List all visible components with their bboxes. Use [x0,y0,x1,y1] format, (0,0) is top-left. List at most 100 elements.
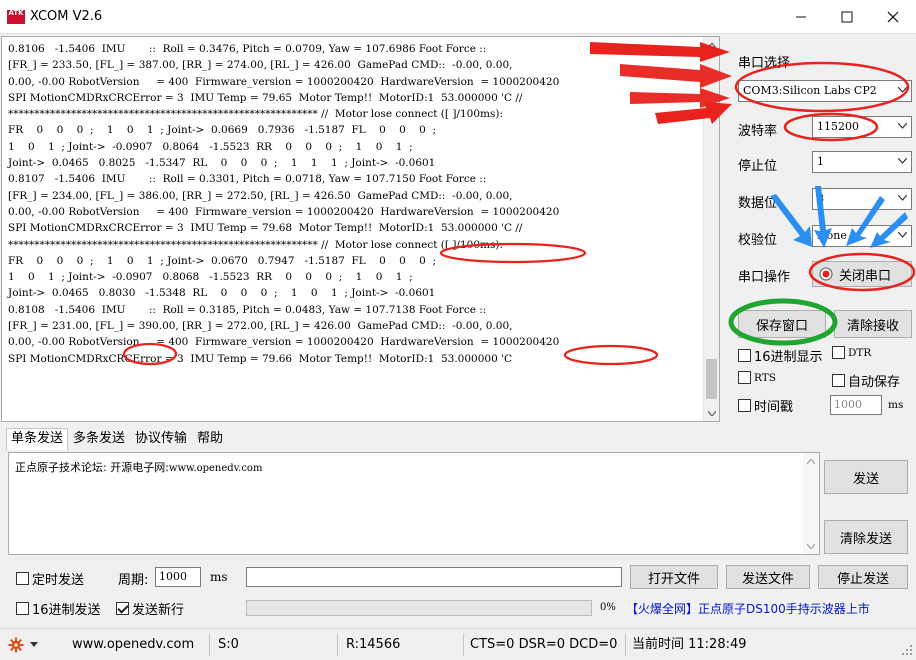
tab-multi-send[interactable]: 多条发送 [68,428,130,450]
scroll-up-icon[interactable] [704,37,719,53]
scrollbar-thumb[interactable] [706,359,717,399]
data-bits-select[interactable]: 8 [812,188,912,210]
checkbox-box[interactable] [16,602,29,615]
send-tabs: 单条发送 多条发送 协议传输 帮助 [6,428,228,450]
status-url[interactable]: www.openedv.com [72,629,194,660]
receive-line: ****************************************… [8,108,503,121]
stop-bits-value: 1 [817,155,824,168]
timestamp-interval-input[interactable]: 1000 [830,395,882,415]
chevron-down-icon [898,195,907,201]
checkbox-box[interactable] [738,371,751,384]
checkbox-box[interactable] [16,572,29,585]
period-label: 周期: [118,573,149,588]
clear-send-button[interactable]: 清除发送 [824,520,908,554]
checkbox-box[interactable] [738,399,751,412]
hex-send-checkbox[interactable]: 16进制发送 [16,599,101,618]
stop-bits-select[interactable]: 1 [812,151,912,173]
maximize-button[interactable] [824,0,870,34]
receive-line: 0.8107 -1.5406 IMU :: Roll = 0.3301, Pit… [8,173,487,186]
hex-display-checkbox[interactable]: 16进制显示 [738,346,823,365]
window-title: XCOM V2.6 [30,9,103,24]
close-icon [887,11,899,23]
checkbox-box[interactable] [116,602,129,615]
receive-line: [FR_] = 233.50, [FL_] = 387.00, [RR_] = … [8,59,513,72]
app-logo-icon: ATK [7,10,25,24]
send-button[interactable]: 发送 [824,460,908,494]
close-button[interactable] [870,0,916,34]
receive-text: 0.8106 -1.5406 IMU :: Roll = 0.3476, Pit… [8,41,701,367]
send-text-url: www.openedv.com [168,463,263,474]
clear-receive-button[interactable]: 清除接收 [834,310,912,338]
send-textarea[interactable]: 正点原子技术论坛: 开源电子网:www.openedv.com [8,452,820,555]
tab-help[interactable]: 帮助 [192,428,228,450]
receive-scrollbar[interactable] [703,37,719,421]
status-divider [625,633,626,656]
tab-protocol[interactable]: 协议传输 [130,428,192,450]
stop-send-button[interactable]: 停止发送 [818,565,908,589]
rts-checkbox[interactable]: RTS [738,371,776,384]
gear-icon [8,637,24,652]
receive-line: 0.8108 -1.5406 IMU :: Roll = 0.3185, Pit… [8,303,487,316]
maximize-icon [841,11,853,23]
chevron-down-icon [898,232,907,238]
receive-line: Joint-> 0.0465 0.8025 -1.5347 RL 0 0 0 ;… [8,157,436,170]
data-bits-value: 8 [817,192,824,205]
receive-textarea[interactable]: 0.8106 -1.5406 IMU :: Roll = 0.3476, Pit… [1,36,720,422]
receive-line: [FR_] = 231.00, [FL_] = 390.00, [RR_] = … [8,320,513,333]
timestamp-label: 时间戳 [754,400,794,415]
period-unit: ms [210,570,228,584]
minimize-button[interactable] [778,0,824,34]
status-received: R:14566 [346,637,401,652]
baud-select[interactable]: 115200 [812,116,912,138]
timestamp-checkbox[interactable]: 时间戳 [738,396,793,415]
send-file-button[interactable]: 发送文件 [726,565,810,589]
baud-label: 波特率 [738,124,778,139]
status-divider [463,633,464,656]
send-newline-checkbox[interactable]: 发送新行 [116,599,184,618]
promo-link[interactable]: 【火爆全网】正点原子DS100手持示波器上市 [626,600,870,617]
receive-line: FR 0 0 0 ; 1 0 1 ; Joint-> 0.0669 0.7936… [8,124,437,137]
receive-line: 1 0 1 ; Joint-> -0.0907 0.8068 -1.5523 R… [8,271,413,284]
status-divider [337,633,338,656]
caret-down-icon [30,642,38,647]
scroll-up-icon[interactable] [803,453,819,469]
checkbox-box[interactable] [832,346,845,359]
checkbox-box[interactable] [738,349,751,362]
receive-line: Joint-> 0.0465 0.8030 -1.5348 RL 0 0 0 ;… [8,287,436,300]
timed-send-checkbox[interactable]: 定时发送 [16,569,84,588]
chevron-down-icon [898,87,907,93]
hex-display-label: 16进制显示 [754,350,823,365]
save-window-button[interactable]: 保存窗口 [738,310,826,338]
parity-select[interactable]: None [812,225,912,247]
parity-label: 校验位 [738,233,778,248]
receive-line: ****************************************… [8,238,503,251]
resize-grip-icon[interactable] [902,645,912,655]
settings-menu-button[interactable] [8,629,38,660]
status-sent: S:0 [218,637,239,652]
auto-save-checkbox[interactable]: 自动保存 [832,371,900,390]
tab-single-send[interactable]: 单条发送 [6,428,69,450]
status-lines: CTS=0 DSR=0 DCD=0 [470,637,618,652]
open-file-button[interactable]: 打开文件 [630,565,718,589]
dtr-label: DTR [848,346,872,359]
scroll-down-icon[interactable] [803,538,819,554]
file-path-input[interactable] [246,567,622,587]
send-text: 正点原子技术论坛: 开源电子网:www.openedv.com [15,459,262,475]
receive-line: [FR_] = 234.00, [FL_] = 386.00, [RR_] = … [8,189,513,202]
status-bar: www.openedv.com S:0 R:14566 CTS=0 DSR=0 … [0,628,916,659]
chevron-down-icon [898,123,907,129]
hex-send-label: 16进制发送 [32,603,101,618]
period-input[interactable]: 1000 [155,567,201,587]
checkbox-box[interactable] [832,374,845,387]
scroll-down-icon[interactable] [704,405,719,421]
send-scrollbar[interactable] [803,453,819,554]
receive-line: SPI MotionCMDRxCRCError = 3 IMU Temp = 7… [8,91,523,104]
port-op-label: 串口操作 [738,270,791,285]
receive-line: 0.00, -0.00 RobotVersion = 400 Firmware_… [8,336,560,349]
dtr-checkbox[interactable]: DTR [832,346,871,359]
data-bits-label: 数据位 [738,196,778,211]
port-select[interactable]: COM3:Silicon Labs CP2 [738,80,912,102]
rts-label: RTS [754,371,776,384]
close-port-button[interactable]: 关闭串口 [812,261,912,287]
stop-bits-label: 停止位 [738,159,778,174]
